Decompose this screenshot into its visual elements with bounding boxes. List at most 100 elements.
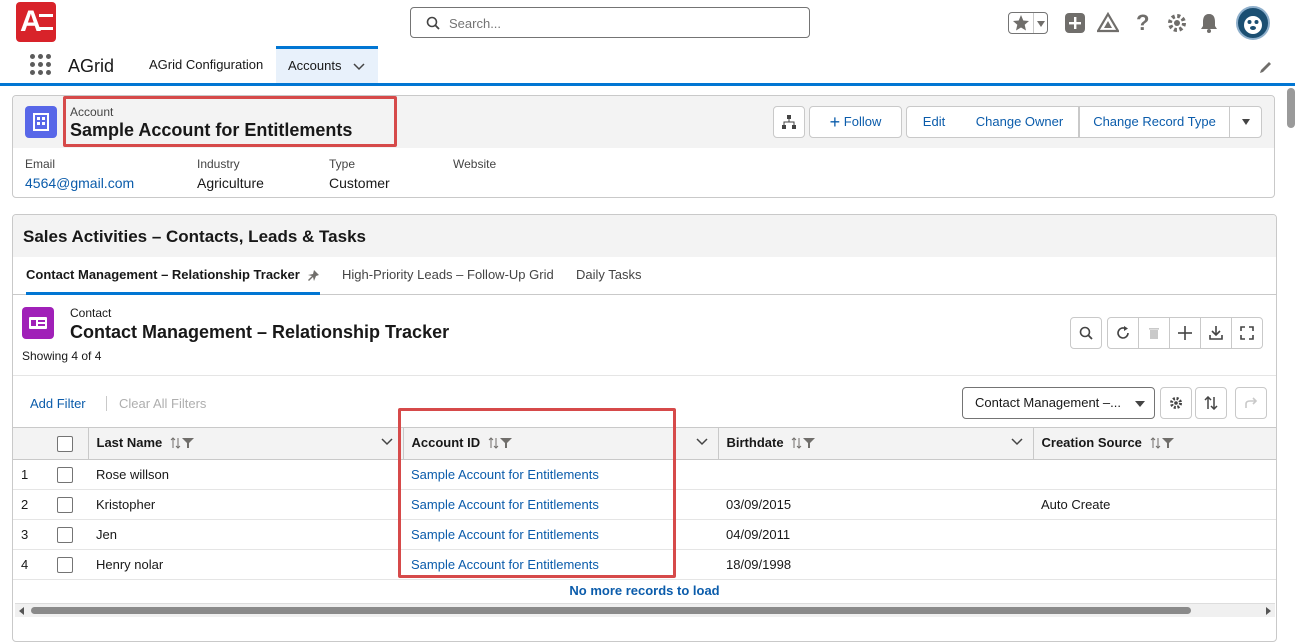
tab-daily-tasks[interactable]: Daily Tasks [576,257,642,295]
select-all-checkbox[interactable] [57,435,73,452]
cell-creation-source[interactable] [1033,549,1276,580]
chevron-down-icon [1135,401,1145,407]
cell-last-name[interactable]: Rose willson [88,459,403,490]
setup-gear-icon[interactable] [1166,12,1188,34]
table-row[interactable]: 4 Henry nolar Sample Account for Entitle… [13,549,1276,580]
add-icon: + [829,112,841,132]
sort-icon [1204,396,1218,410]
row-checkbox[interactable] [57,496,73,513]
notifications-bell-icon[interactable] [1198,12,1220,34]
sort-button[interactable] [1195,387,1227,419]
sort-icon[interactable] [170,436,182,449]
change-record-type-label: Change Record Type [1093,114,1216,129]
cell-creation-source[interactable] [1033,459,1276,490]
scroll-right-icon[interactable] [1264,607,1272,615]
cell-account-link[interactable]: Sample Account for Entitlements [403,519,718,550]
add-icon[interactable] [1064,12,1086,34]
nav-item-agrid-configuration[interactable]: AGrid Configuration [137,46,275,83]
favorites-button[interactable] [1008,12,1048,34]
row-number: 4 [13,549,49,580]
cell-last-name[interactable]: Henry nolar [88,549,403,580]
chevron-down-icon [1037,21,1045,27]
column-header-creation-source[interactable]: Creation Source [1032,427,1276,460]
search-icon [1079,326,1093,340]
nav-item-label: AGrid Configuration [149,57,264,72]
add-filter-link[interactable]: Add Filter [30,396,86,411]
help-icon[interactable]: ? [1136,12,1158,34]
change-record-type-button[interactable]: Change Record Type [1079,106,1230,138]
cell-birthdate[interactable]: 18/09/1998 [718,549,1033,580]
cell-creation-source[interactable] [1033,519,1276,550]
grid-title: Contact Management – Relationship Tracke… [70,322,450,342]
tab-contact-management[interactable]: Contact Management – Relationship Tracke… [26,257,321,295]
edit-label: Edit [922,114,946,129]
sort-icon[interactable] [791,436,803,449]
table-row[interactable]: 2 Kristopher Sample Account for Entitlem… [13,489,1276,520]
filter-icon[interactable] [1161,437,1174,449]
app-logo[interactable]: A [16,2,56,42]
cell-last-name[interactable]: Kristopher [88,489,403,520]
expand-button[interactable] [1231,317,1263,349]
export-button[interactable] [1200,317,1232,349]
favorites-star-icon [1013,15,1029,31]
edit-nav-pencil-icon[interactable] [1259,60,1273,74]
row-select [49,489,88,520]
email-field-value[interactable]: 4564@gmail.com [25,175,134,191]
grid-record-count: Showing 4 of 4 [22,349,102,363]
cell-birthdate[interactable]: 03/09/2015 [718,489,1033,520]
grid-search-button[interactable] [1070,317,1102,349]
page-vertical-scrollbar[interactable] [1287,88,1295,128]
row-checkbox[interactable] [57,556,73,573]
new-record-button[interactable] [1169,317,1201,349]
change-owner-button[interactable]: Change Owner [961,106,1079,138]
column-header-account-id[interactable]: Account ID [402,427,718,460]
refresh-button[interactable] [1107,317,1139,349]
chevron-down-icon[interactable] [380,438,393,446]
cell-birthdate[interactable]: 04/09/2011 [718,519,1033,550]
cell-creation-source[interactable]: Auto Create [1033,489,1276,520]
cell-account-link[interactable]: Sample Account for Entitlements [403,459,718,490]
sort-icon[interactable] [488,436,500,449]
chevron-down-icon[interactable] [695,438,708,446]
filter-icon[interactable] [181,437,194,449]
table-row[interactable]: 3 Jen Sample Account for Entitlements 04… [13,519,1276,550]
trailhead-icon[interactable] [1097,12,1119,34]
cell-account-link[interactable]: Sample Account for Entitlements [403,489,718,520]
pin-icon[interactable] [308,269,320,282]
scroll-left-icon[interactable] [18,607,26,615]
column-header-birthdate[interactable]: Birthdate [717,427,1033,460]
nav-item-accounts[interactable]: Accounts [276,46,378,83]
column-label: Account ID [411,435,481,451]
cell-account-link[interactable]: Sample Account for Entitlements [403,549,718,580]
hierarchy-button[interactable] [773,106,805,138]
scrollbar-thumb[interactable] [31,607,1191,614]
more-actions-button[interactable] [1229,106,1262,138]
row-checkbox[interactable] [57,526,73,543]
sort-icon[interactable] [1150,436,1162,449]
column-header-last-name[interactable]: Last Name [87,427,403,460]
row-checkbox[interactable] [57,466,73,483]
user-avatar[interactable] [1236,6,1270,40]
grid-settings-button[interactable] [1160,387,1192,419]
cell-last-name[interactable]: Jen [88,519,403,550]
view-select-dropdown[interactable]: Contact Management –... [962,387,1155,419]
chevron-down-icon[interactable] [1010,438,1023,446]
tab-label: Daily Tasks [576,267,642,282]
row-select [49,459,88,490]
filter-icon[interactable] [499,437,512,449]
delete-button[interactable] [1138,317,1170,349]
type-field-label: Type [329,157,356,171]
cell-birthdate[interactable] [718,459,1033,490]
horizontal-scrollbar[interactable] [15,603,1275,617]
tab-high-priority-leads[interactable]: High-Priority Leads – Follow-Up Grid [342,257,554,295]
clear-all-filters-link[interactable]: Clear All Filters [106,396,206,411]
redo-button[interactable] [1235,387,1267,419]
table-row[interactable]: 1 Rose willson Sample Account for Entitl… [13,459,1276,490]
chevron-down-icon[interactable] [353,63,365,71]
app-launcher-icon[interactable] [30,54,52,76]
column-label: Creation Source [1041,435,1142,451]
global-search-input[interactable]: Search... [410,7,810,38]
follow-button[interactable]: + Follow [809,106,902,138]
filter-icon[interactable] [803,437,816,449]
edit-button[interactable]: Edit [906,106,962,138]
